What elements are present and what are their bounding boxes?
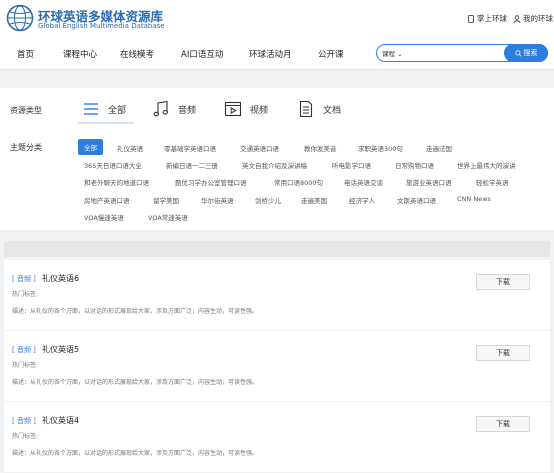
topic-tag[interactable]: 英文自我介绍及演讲稿 (242, 160, 307, 170)
topic-tag[interactable]: 轻松学英语 (476, 177, 509, 187)
topic-tag[interactable]: 日常购物口语 (395, 160, 434, 170)
tab-video[interactable]: 视频 (224, 100, 268, 118)
site-header: 环球英语多媒体资源库 Global English Multimedia Dat… (0, 0, 554, 38)
topic-tag[interactable]: 和老外聊天的地道口语 (84, 177, 149, 187)
tab-audio[interactable]: 音频 (152, 100, 196, 118)
topic-tag[interactable]: 世界上最伟大的演讲 (457, 160, 516, 170)
account-link-label: 我的环球 (523, 14, 553, 23)
topic-tag[interactable]: 求职英语300句 (358, 143, 403, 153)
topic-tag[interactable]: 礼仪英语 (117, 143, 143, 153)
topic-tag[interactable]: 经济学人 (349, 195, 375, 205)
site-subtitle: Global English Multimedia Database (38, 22, 165, 30)
search-icon (514, 49, 522, 57)
search-button-label: 搜索 (523, 49, 538, 57)
search-category-label: 课程 (382, 50, 395, 58)
topic-tag[interactable]: 留学美国 (153, 195, 179, 205)
tab-all-label: 全部 (108, 105, 127, 116)
item-tags: 热门标签: (12, 291, 39, 298)
topic-tag[interactable]: 交通英语口语 (240, 143, 279, 153)
topic-tag[interactable]: 剑桥少儿 (255, 195, 281, 205)
video-player-icon (224, 101, 242, 117)
item-tags: 热门标签: (12, 362, 39, 369)
search-category-select[interactable]: 课程 ⌄ (382, 48, 403, 58)
nav-item-activity-month[interactable]: 环球活动月 (249, 48, 292, 60)
list-item: [ 音频 ] 礼仪英语5 热门标签: 描述：从礼仪的各个方面，以对话的形式展现给… (4, 331, 550, 402)
topic-tag[interactable]: 365天日语口语大全 (84, 160, 142, 170)
list-header-bar (4, 241, 550, 257)
item-type-badge[interactable]: [ 音频 ] (12, 345, 36, 355)
download-button[interactable]: 下载 (476, 416, 530, 432)
active-tab-indicator (78, 122, 134, 124)
topic-tag[interactable]: 走遍美国 (301, 195, 327, 205)
globe-logo-icon[interactable] (6, 4, 34, 32)
topic-tag[interactable]: 电话英语交谈 (344, 177, 383, 187)
mobile-link[interactable]: 掌上环球 (467, 13, 507, 24)
list-icon (84, 103, 98, 115)
account-link[interactable]: 我的环球 (513, 13, 553, 24)
topic-tag[interactable]: 新编日语一二三册 (166, 160, 218, 170)
chevron-down-icon: ⌄ (397, 50, 403, 58)
item-title[interactable]: 礼仪英语4 (42, 415, 79, 426)
topic-tag[interactable]: 教你发美音 (304, 143, 337, 153)
user-icon (513, 14, 521, 23)
tab-document[interactable]: 文档 (297, 100, 341, 118)
topic-tag[interactable]: CNN News (457, 195, 491, 203)
search-input[interactable] (415, 46, 499, 62)
phone-icon (468, 14, 474, 23)
search-box: 课程 ⌄ 搜索 (376, 44, 548, 62)
download-button[interactable]: 下载 (476, 345, 530, 361)
topic-tag[interactable]: 听电影学口语 (332, 160, 371, 170)
nav-item-ai-speaking[interactable]: AI口语互动 (181, 48, 223, 60)
topic-tag[interactable]: 零基础学英语口语 (164, 143, 216, 153)
tab-document-label: 文档 (323, 105, 342, 116)
item-description: 描述：从礼仪的各个方面，以对话的形式展现给大家，涉及方面广泛，内容生动，可读性强… (12, 308, 259, 315)
topic-tag[interactable]: 旅游业英语口语 (406, 177, 452, 187)
list-item: [ 音频 ] 礼仪英语6 热门标签: 描述：从礼仪的各个方面，以对话的形式展现给… (4, 260, 550, 331)
nav-item-open-class[interactable]: 公开课 (318, 48, 344, 60)
topic-tag[interactable]: 华尔街英语 (201, 195, 234, 205)
item-description: 描述：从礼仪的各个方面，以对话的形式展现给大家，涉及方面广泛，内容生动，可读性强… (12, 379, 259, 386)
tab-all[interactable]: 全部 (82, 100, 126, 118)
item-title[interactable]: 礼仪英语6 (42, 273, 79, 284)
topic-tag[interactable]: VOA慢速英语 (84, 212, 124, 222)
nav-item-home[interactable]: 首页 (17, 48, 34, 60)
nav-item-courses[interactable]: 课程中心 (63, 48, 97, 60)
topic-tag[interactable]: 常用口语8000句 (274, 177, 323, 187)
resource-type-label: 资源类型 (10, 106, 42, 115)
list-item: [ 音频 ] 礼仪英语4 热门标签: 描述：从礼仪的各个方面，以对话的形式展现给… (4, 402, 550, 473)
item-type-badge[interactable]: [ 音频 ] (12, 416, 36, 426)
item-description: 描述：从礼仪的各个方面，以对话的形式展现给大家，涉及方面广泛，内容生动，可读性强… (12, 450, 259, 457)
item-type-badge[interactable]: [ 音频 ] (12, 274, 36, 284)
item-tags: 热门标签: (12, 433, 39, 440)
tab-audio-label: 音频 (178, 105, 197, 116)
music-note-icon (153, 100, 169, 117)
nav-item-mock-exam[interactable]: 在线模考 (120, 48, 154, 60)
item-title[interactable]: 礼仪英语5 (42, 344, 79, 355)
topic-tag[interactable]: 走遍法国 (426, 143, 452, 153)
document-icon (299, 100, 313, 118)
topic-category-label: 主题分类 (10, 143, 42, 152)
topic-tag[interactable]: VOA常速英语 (148, 212, 188, 222)
download-button[interactable]: 下载 (476, 274, 530, 290)
topic-tag[interactable]: 全部 (78, 139, 103, 155)
mobile-link-label: 掌上环球 (477, 14, 507, 23)
tab-video-label: 视频 (250, 105, 269, 116)
search-button[interactable]: 搜索 (504, 44, 548, 62)
topic-tag[interactable]: 题优习学办公室管理口语 (175, 177, 247, 187)
topic-tag[interactable]: 房地产英语口语 (84, 195, 130, 205)
topic-tag[interactable]: 文斯英语口语 (397, 195, 436, 205)
